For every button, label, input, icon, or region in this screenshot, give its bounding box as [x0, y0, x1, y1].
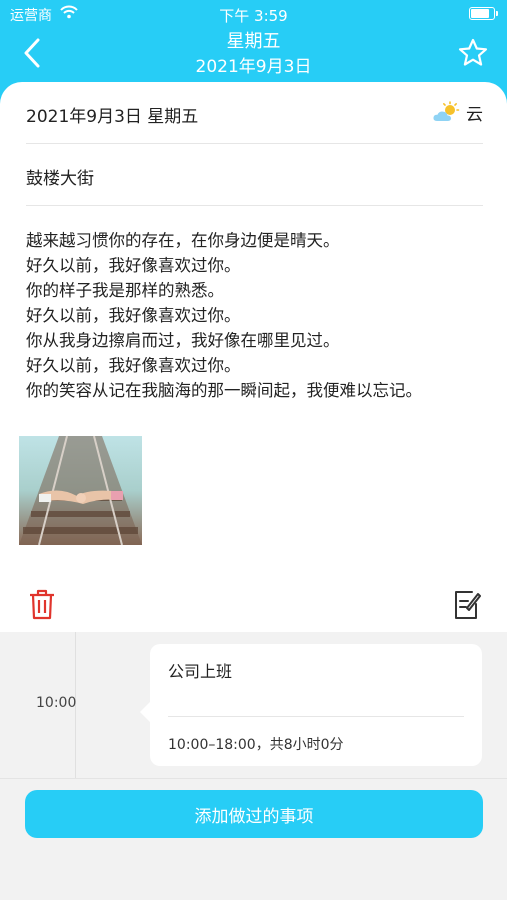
event-duration: 10:00–18:00，共8小时0分 [168, 737, 344, 753]
status-bar: 运营商 下午 3:59 [0, 0, 507, 26]
weather-label: 云 [466, 105, 483, 125]
event-time-label: 10:00 [36, 695, 77, 711]
diary-photo[interactable] [19, 436, 142, 545]
divider [26, 143, 483, 144]
favorite-star-icon[interactable] [457, 37, 489, 69]
timeline-section: 10:00 公司上班 10:00–18:00，共8小时0分 [0, 632, 507, 778]
status-time: 下午 3:59 [219, 7, 288, 25]
diary-location: 鼓楼大街 [26, 169, 94, 189]
page-title: 星期五 [226, 31, 281, 52]
edit-note-icon[interactable] [453, 588, 481, 620]
diary-card: 2021年9月3日 星期五 云 鼓楼大街 越来越习惯你的存在，在你身边便是晴天。… [0, 82, 507, 632]
diary-date: 2021年9月3日 星期五 [26, 107, 199, 127]
trash-icon[interactable] [28, 588, 56, 620]
divider [26, 205, 483, 206]
partly-cloudy-icon [433, 100, 460, 121]
event-card[interactable]: 公司上班 10:00–18:00，共8小时0分 [140, 644, 482, 766]
page-subtitle: 2021年9月3日 [195, 57, 312, 77]
battery-icon [469, 7, 498, 20]
event-title: 公司上班 [168, 662, 233, 681]
battery-level [471, 9, 489, 18]
diary-content: 越来越习惯你的存在，在你身边便是晴天。 好久以前，我好像喜欢过你。 你的样子我是… [26, 231, 422, 400]
divider [168, 716, 464, 717]
add-event-button[interactable]: 添加做过的事项 [25, 790, 483, 838]
weather-indicator: 云 [432, 100, 483, 125]
divider [0, 778, 507, 779]
